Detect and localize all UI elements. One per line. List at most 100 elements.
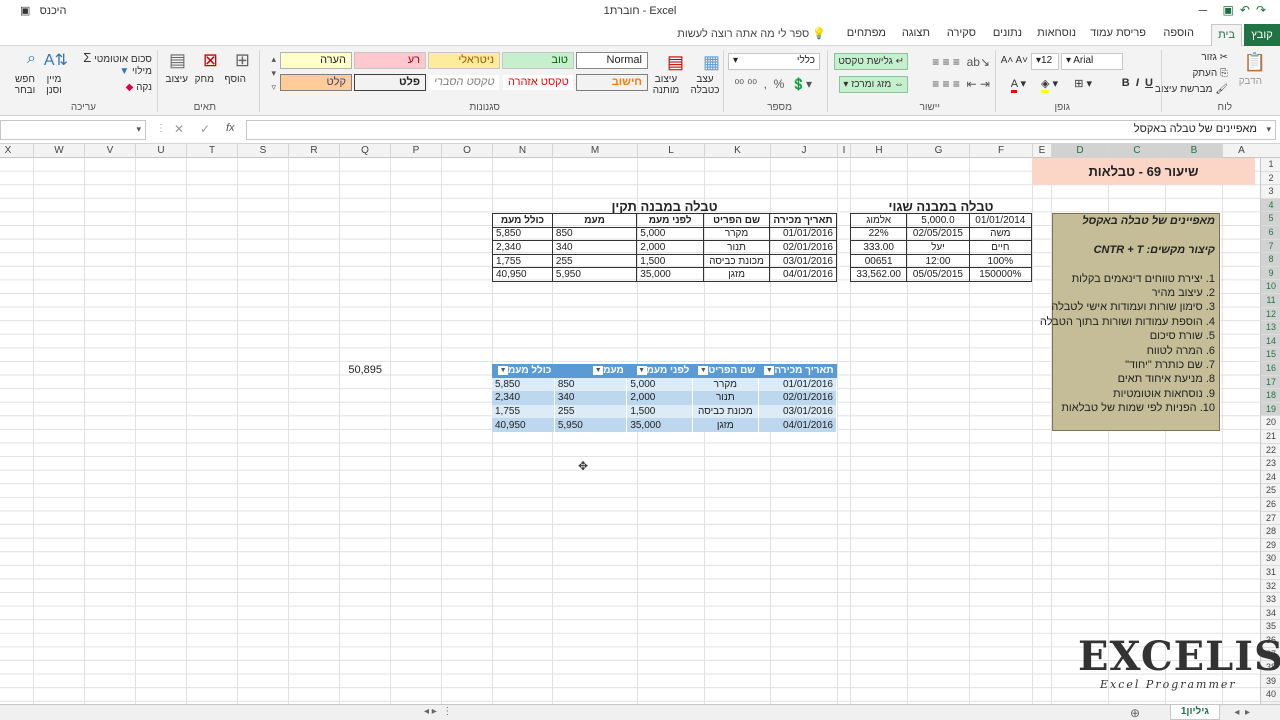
delete-cells-icon[interactable]: ⊠: [203, 50, 218, 71]
table-cell[interactable]: 340: [554, 391, 628, 405]
table-cell[interactable]: 1,755: [492, 253, 553, 269]
conditional-formatting-button[interactable]: עיצוב מותנה: [648, 74, 684, 96]
table-cell[interactable]: 35,000: [636, 267, 705, 282]
styles-scroll-arrows[interactable]: ▴ ▾ ▿: [271, 52, 276, 94]
table-cell[interactable]: 100%: [968, 253, 1033, 269]
insert-function-button[interactable]: fx: [226, 122, 235, 134]
sheet-tab-1[interactable]: גיליון1: [1169, 705, 1220, 720]
column-header-cell[interactable]: כולל מעמ▼: [492, 364, 555, 378]
horizontal-scroll-arrows[interactable]: ◂ ▸ ⋮: [424, 706, 452, 717]
column-header-r[interactable]: R: [288, 144, 339, 158]
column-header-cell[interactable]: כולל מעמ: [492, 213, 553, 228]
column-header-cell[interactable]: שם הפריט: [703, 213, 771, 228]
table-cell[interactable]: 2,000: [636, 240, 705, 255]
cancel-icon[interactable]: ✕: [174, 122, 184, 136]
style-note[interactable]: הערה: [280, 52, 352, 69]
table-cell[interactable]: 5,000: [636, 226, 705, 242]
column-header-d[interactable]: D: [1051, 144, 1108, 158]
formula-input[interactable]: מאפיינים של טבלה באקסל ▾: [246, 120, 1276, 140]
column-header-cell[interactable]: מעמ▼: [554, 364, 627, 378]
paste-icon[interactable]: 📋: [1244, 52, 1266, 73]
tab-developer[interactable]: מפתחים: [847, 27, 886, 39]
column-header-n[interactable]: N: [492, 144, 552, 158]
table-cell[interactable]: 02/05/2015: [906, 226, 970, 242]
filter-dropdown-icon[interactable]: ▼: [698, 366, 709, 376]
insert-cells-icon[interactable]: ⊞: [235, 50, 250, 71]
table-cell[interactable]: 2,340: [492, 391, 555, 405]
column-header-j[interactable]: J: [770, 144, 837, 158]
number-format-icons[interactable]: ⁰⁰ ⁰⁰ , % 💲▾: [734, 77, 812, 91]
lesson-title[interactable]: שיעור 69 - טבלאות: [1032, 158, 1255, 185]
table-cell[interactable]: 03/01/2016: [769, 253, 837, 269]
autosum-button[interactable]: Σ סכום אוטומטי: [83, 50, 152, 65]
table-cell[interactable]: תנור: [703, 240, 771, 255]
row-header-31[interactable]: 31: [1261, 566, 1280, 580]
tab-view[interactable]: תצוגה: [902, 27, 930, 39]
row-header-33[interactable]: 33: [1261, 593, 1280, 607]
formatted-table[interactable]: תאריך מכירה▼ שם הפריט▼ לפני מעמ▼ מעמ▼ כולל מ…: [492, 364, 838, 432]
table-cell[interactable]: חיים: [968, 240, 1033, 255]
table-cell[interactable]: מכונת כביסה: [703, 253, 771, 269]
row-header-7[interactable]: 7: [1261, 239, 1280, 254]
row-header-14[interactable]: 14: [1261, 334, 1280, 349]
row-header-35[interactable]: 35: [1261, 620, 1280, 634]
row-header-9[interactable]: 9: [1261, 266, 1280, 281]
row-header-2[interactable]: 2: [1261, 172, 1280, 186]
column-header-k[interactable]: K: [704, 144, 770, 158]
column-header-cell[interactable]: תאריך מכירה▼: [758, 364, 837, 378]
row-header-18[interactable]: 18: [1261, 389, 1280, 403]
add-sheet-icon[interactable]: ⊕: [1130, 706, 1140, 720]
table-cell[interactable]: אלמוג: [849, 213, 908, 228]
style-bad[interactable]: רע: [354, 52, 426, 69]
table-cell[interactable]: 5,000.0: [906, 213, 970, 228]
row-header-3[interactable]: 3: [1261, 185, 1280, 199]
style-calculation[interactable]: חישוב: [576, 74, 648, 91]
row-header-29[interactable]: 29: [1261, 539, 1280, 553]
table-cell[interactable]: משה: [968, 226, 1033, 242]
column-header-t[interactable]: T: [186, 144, 237, 158]
row-header-16[interactable]: 16: [1261, 362, 1280, 376]
filter-dropdown-icon[interactable]: ▼: [593, 366, 604, 376]
style-normal[interactable]: Normal: [576, 52, 648, 69]
column-header-w[interactable]: W: [33, 144, 84, 158]
column-header-cell[interactable]: לפני מעמ: [636, 213, 705, 228]
font-color-button[interactable]: A ▾: [1010, 77, 1026, 93]
column-header-h[interactable]: H: [850, 144, 907, 158]
style-output[interactable]: פלט: [354, 74, 426, 91]
table-cell[interactable]: 01/01/2016: [769, 226, 837, 242]
find-select-button[interactable]: חפש ובחר: [10, 74, 40, 96]
table-cell[interactable]: 12:00: [906, 253, 970, 269]
table-cell[interactable]: 150000%: [968, 267, 1033, 282]
row-header-27[interactable]: 27: [1261, 512, 1280, 526]
table-cell[interactable]: 01/01/2016: [758, 377, 838, 392]
format-cells-button[interactable]: עיצוב: [166, 74, 188, 85]
row-header-20[interactable]: 20: [1261, 416, 1280, 430]
table-cell[interactable]: 40,950: [492, 267, 553, 282]
style-explanatory[interactable]: טקסט הסברי: [428, 74, 500, 91]
column-header-u[interactable]: U: [135, 144, 186, 158]
column-header-v[interactable]: V: [84, 144, 135, 158]
style-input[interactable]: קלט: [280, 74, 352, 91]
table-cell[interactable]: 255: [554, 404, 628, 419]
table-cell[interactable]: 333.00: [849, 240, 908, 255]
table-cell[interactable]: יעל: [906, 240, 970, 255]
table-cell[interactable]: 1,500: [626, 404, 693, 419]
filter-dropdown-icon[interactable]: ▼: [764, 366, 775, 376]
style-neutral[interactable]: ניטראלי: [428, 52, 500, 69]
column-header-m[interactable]: M: [552, 144, 637, 158]
save-icon[interactable]: ▣: [1223, 3, 1240, 17]
table-cell[interactable]: 40,950: [492, 418, 555, 432]
table-cell[interactable]: 2,000: [626, 391, 693, 405]
tab-data[interactable]: נתונים: [993, 27, 1022, 39]
find-select-icon[interactable]: ⌕: [27, 50, 36, 68]
table-cell[interactable]: 5,000: [626, 377, 693, 392]
copy-button[interactable]: העתק ⎘: [1192, 68, 1228, 79]
row-header-1[interactable]: 1: [1261, 158, 1280, 172]
row-header-11[interactable]: 11: [1261, 294, 1280, 308]
table-cell[interactable]: 04/01/2016: [758, 418, 838, 432]
row-header-22[interactable]: 22: [1261, 444, 1280, 458]
style-good[interactable]: טוב: [502, 52, 574, 69]
table-cell[interactable]: 01/01/2014: [968, 213, 1033, 228]
column-header-cell[interactable]: לפני מעמ▼: [626, 364, 693, 378]
tab-file[interactable]: קובץ: [1244, 24, 1280, 46]
